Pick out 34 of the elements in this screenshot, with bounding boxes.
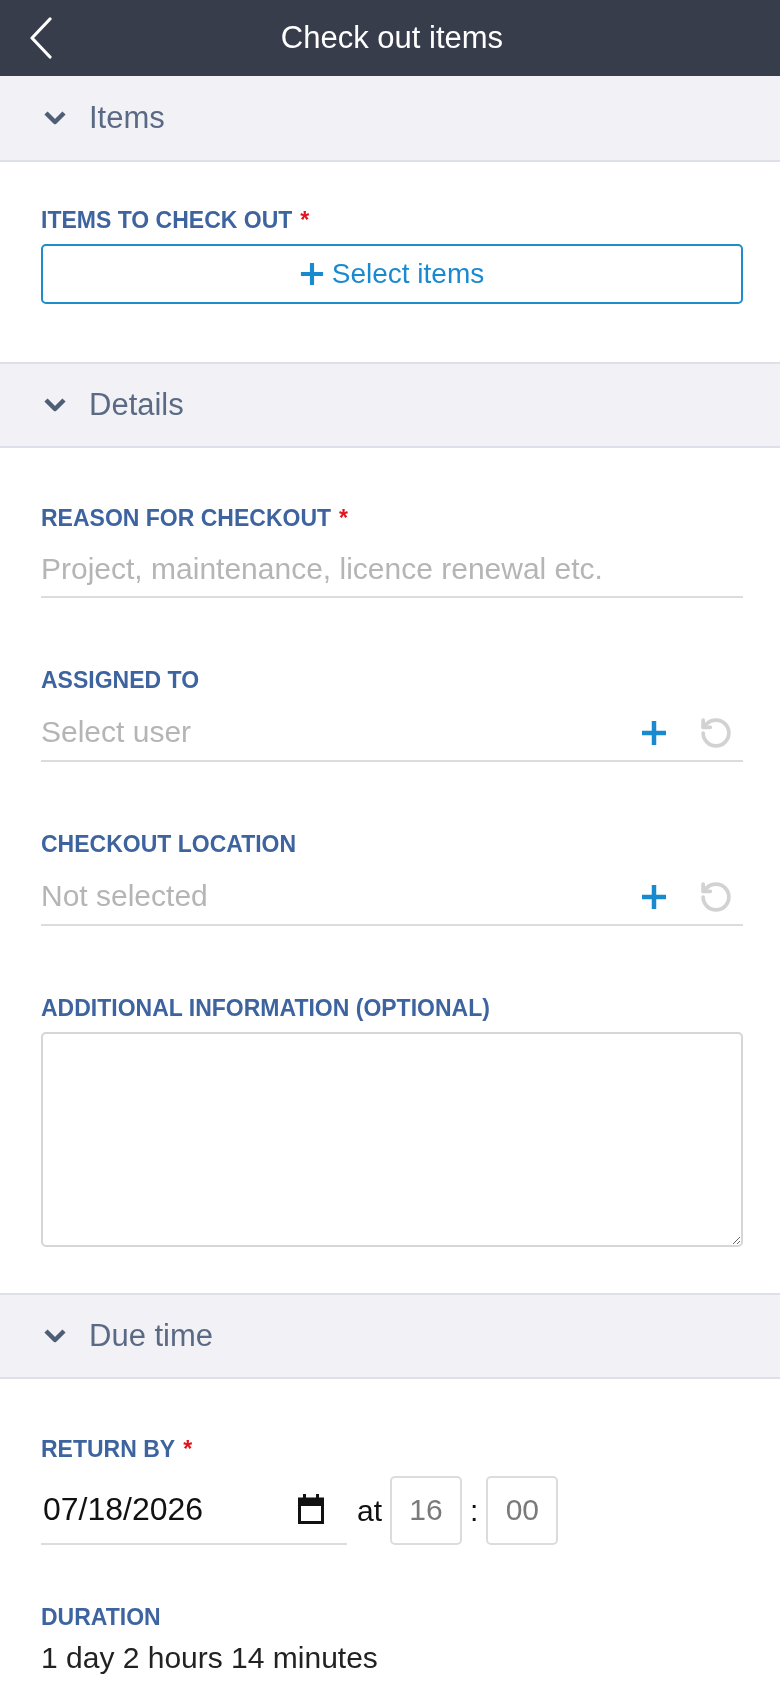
field-label: DURATION	[41, 1603, 161, 1631]
date-field[interactable]: 07/18/2026	[41, 1475, 347, 1545]
select-field[interactable]: Select user	[41, 704, 743, 762]
minute-field[interactable]: 00	[486, 1475, 559, 1545]
reason-field[interactable]: Project, maintenance, licence renewal etc.	[41, 542, 743, 598]
undo-icon	[701, 718, 731, 748]
field-label: CHECKOUT LOCATION	[41, 830, 297, 858]
field-label: ITEMS TO CHECK OUT	[41, 206, 293, 234]
undo-icon	[701, 882, 731, 912]
required-asterisk: *	[339, 504, 348, 532]
at-label: at	[357, 1492, 383, 1529]
select-items-button[interactable]: Select items	[41, 244, 743, 304]
back-chevron-icon	[29, 17, 53, 59]
required-asterisk: *	[183, 1435, 193, 1463]
add-button[interactable]	[641, 884, 667, 910]
section-header[interactable]: Items	[0, 76, 780, 162]
field-label: ASSIGNED TO	[41, 666, 200, 694]
section-header[interactable]: Details	[0, 362, 780, 448]
field-label: REASON FOR CHECKOUT	[41, 504, 332, 532]
time-separator: :	[470, 1492, 479, 1529]
field-label: ADDITIONAL INFORMATION (OPTIONAL)	[41, 994, 490, 1022]
back-button[interactable]	[28, 17, 54, 59]
calendar-icon	[297, 1494, 325, 1524]
add-button[interactable]	[641, 720, 667, 746]
select-field[interactable]: Not selected	[41, 868, 743, 926]
field-label: RETURN BY	[41, 1435, 176, 1463]
required-asterisk: *	[300, 206, 310, 234]
page-title: Check out items	[279, 18, 504, 57]
duration-value: 1 day 2 hours 14 minutes	[41, 1641, 379, 1675]
hour-field[interactable]: 16	[390, 1475, 463, 1545]
plus-icon	[299, 262, 324, 286]
section-header[interactable]: Due time	[0, 1293, 780, 1379]
plus-icon	[641, 884, 667, 910]
plus-icon	[641, 720, 667, 746]
